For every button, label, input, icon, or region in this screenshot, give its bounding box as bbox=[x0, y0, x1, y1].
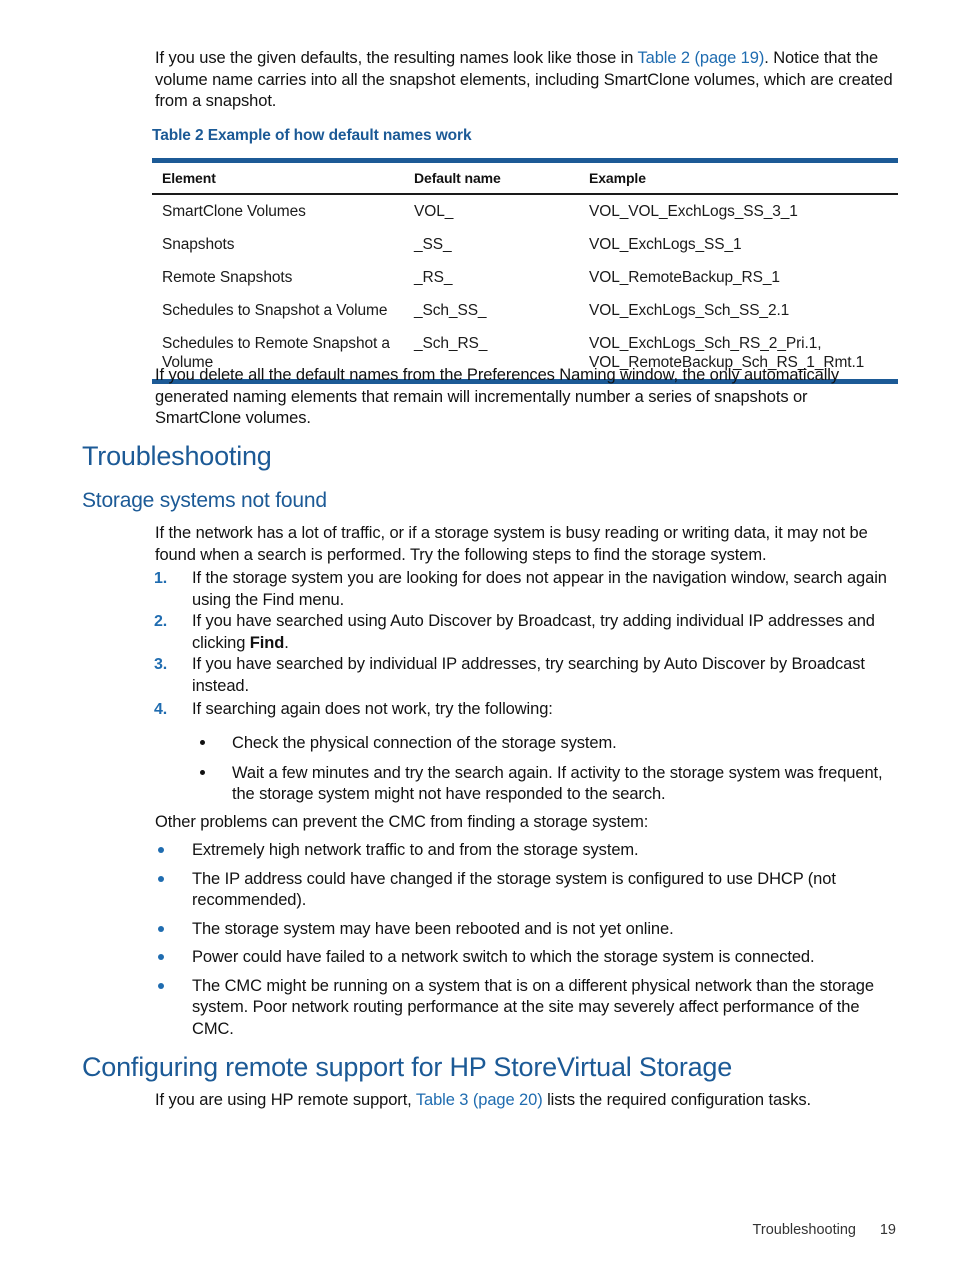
list-text-after-bold: . bbox=[284, 633, 289, 652]
remote-text-before: If you are using HP remote support, bbox=[155, 1091, 416, 1109]
section-heading-storage-systems-not-found: Storage systems not found bbox=[82, 489, 327, 512]
cell-element: SmartClone Volumes bbox=[162, 203, 306, 220]
list-number: 3. bbox=[154, 656, 168, 673]
cell-default-name: _Sch_SS_ bbox=[414, 302, 487, 319]
bullet-dot-icon bbox=[158, 847, 164, 853]
other-problems-list: Extremely high network traffic to and fr… bbox=[152, 840, 898, 1040]
sub-bullet-text: Wait a few minutes and try the search ag… bbox=[232, 763, 883, 804]
sub-bullet-text: Check the physical connection of the sto… bbox=[232, 734, 617, 752]
bullet-text: Extremely high network traffic to and fr… bbox=[192, 841, 639, 859]
cell-default-name: _RS_ bbox=[414, 269, 453, 286]
list-item: 1. If the storage system you are looking… bbox=[152, 568, 897, 611]
list-item: 3. If you have searched by individual IP… bbox=[152, 654, 897, 697]
troubleshooting-steps-list: 1. If the storage system you are looking… bbox=[152, 568, 897, 721]
list-item: Wait a few minutes and try the search ag… bbox=[196, 763, 896, 806]
footer-section-label: Troubleshooting bbox=[752, 1222, 856, 1238]
list-text: If searching again does not work, try th… bbox=[192, 700, 553, 718]
cell-default-name: VOL_ bbox=[414, 203, 454, 220]
list-item: Power could have failed to a network swi… bbox=[152, 947, 898, 969]
page-title-troubleshooting: Troubleshooting bbox=[82, 441, 272, 471]
page-footer: Troubleshooting 19 bbox=[0, 1222, 954, 1238]
list-text: If the storage system you are looking fo… bbox=[192, 569, 887, 609]
find-button-reference: Find bbox=[249, 633, 285, 652]
table-body: SmartClone Volumes VOL_ VOL_VOL_ExchLogs… bbox=[152, 195, 898, 379]
section-heading-configuring-remote-support: Configuring remote support for HP StoreV… bbox=[82, 1052, 733, 1082]
bullet-dot-icon bbox=[200, 740, 205, 745]
list-item: 2. If you have searched using Auto Disco… bbox=[152, 611, 897, 654]
bullet-dot-icon bbox=[158, 982, 164, 989]
table-3-link[interactable]: Table 3 (page 20) bbox=[416, 1091, 543, 1109]
other-problems-intro: Other problems can prevent the CMC from … bbox=[155, 813, 649, 831]
list-text-before-bold: If you have searched using Auto Discover… bbox=[192, 612, 875, 652]
table-body-grid: SmartClone Volumes VOL_ VOL_VOL_ExchLogs… bbox=[152, 195, 898, 379]
example-names-table: Element Default name Example SmartClone … bbox=[152, 158, 898, 384]
footer-page-number: 19 bbox=[879, 1222, 896, 1238]
table-head: Element Default name Example bbox=[152, 163, 898, 193]
list-item: The storage system may have been reboote… bbox=[152, 919, 898, 941]
bullet-dot-icon bbox=[158, 925, 164, 932]
list-item: The IP address could have changed if the… bbox=[152, 869, 898, 912]
intro-paragraph: If you use the given defaults, the resul… bbox=[155, 48, 897, 113]
list-number: 1. bbox=[154, 570, 168, 587]
table-grid: Element Default name Example bbox=[152, 163, 898, 193]
document-page: If you use the given defaults, the resul… bbox=[0, 0, 954, 1271]
column-header-element: Element bbox=[162, 170, 216, 186]
bullet-dot-icon bbox=[158, 954, 164, 960]
table-caption: Table 2 Example of how default names wor… bbox=[152, 127, 472, 144]
after-table-paragraph: If you delete all the default names from… bbox=[155, 366, 839, 427]
cell-element: Remote Snapshots bbox=[162, 269, 293, 286]
cell-example: VOL_VOL_ExchLogs_SS_3_1 bbox=[589, 203, 798, 220]
list-item: Extremely high network traffic to and fr… bbox=[152, 840, 898, 862]
storage-intro-paragraph: If the network has a lot of traffic, or … bbox=[155, 524, 868, 564]
bullet-text: The storage system may have been reboote… bbox=[192, 919, 674, 938]
list-item: 4. If searching again does not work, try… bbox=[152, 699, 897, 721]
table-row: SmartClone Volumes VOL_ VOL_VOL_ExchLogs… bbox=[152, 195, 898, 228]
table-row: Snapshots _SS_ VOL_ExchLogs_SS_1 bbox=[152, 228, 898, 261]
intro-text-before: If you use the given defaults, the resul… bbox=[155, 49, 638, 67]
cell-default-name: _SS_ bbox=[414, 236, 452, 253]
cell-element: Snapshots bbox=[162, 236, 235, 253]
table-2-link[interactable]: Table 2 (page 19) bbox=[638, 49, 765, 67]
list-number: 2. bbox=[154, 613, 168, 630]
table-row: Schedules to Snapshot a Volume _Sch_SS_ … bbox=[152, 294, 898, 327]
list-item: The CMC might be running on a system tha… bbox=[152, 976, 898, 1041]
list-item: Check the physical connection of the sto… bbox=[196, 733, 896, 755]
list-text: If you have searched by individual IP ad… bbox=[192, 655, 865, 695]
cell-element: Schedules to Snapshot a Volume bbox=[162, 302, 388, 319]
bullet-dot-icon bbox=[158, 875, 164, 882]
remote-text-after: lists the required configuration tasks. bbox=[542, 1091, 811, 1109]
cell-example: VOL_ExchLogs_SS_1 bbox=[589, 236, 742, 253]
bullet-text: The CMC might be running on a system tha… bbox=[192, 976, 874, 1038]
table-header-row: Element Default name Example bbox=[152, 163, 898, 193]
bullet-text: The IP address could have changed if the… bbox=[192, 869, 836, 910]
column-header-default-name: Default name bbox=[414, 170, 501, 186]
cell-example: VOL_ExchLogs_Sch_SS_2.1 bbox=[589, 302, 790, 319]
remote-support-paragraph: If you are using HP remote support, Tabl… bbox=[155, 1090, 897, 1112]
bullet-dot-icon bbox=[200, 769, 205, 775]
sub-bullet-list: Check the physical connection of the sto… bbox=[196, 733, 896, 806]
cell-example: VOL_RemoteBackup_RS_1 bbox=[589, 269, 780, 286]
column-header-example: Example bbox=[589, 170, 646, 186]
bullet-text: Power could have failed to a network swi… bbox=[192, 948, 815, 966]
list-number: 4. bbox=[154, 701, 168, 718]
table-row: Remote Snapshots _RS_ VOL_RemoteBackup_R… bbox=[152, 261, 898, 294]
